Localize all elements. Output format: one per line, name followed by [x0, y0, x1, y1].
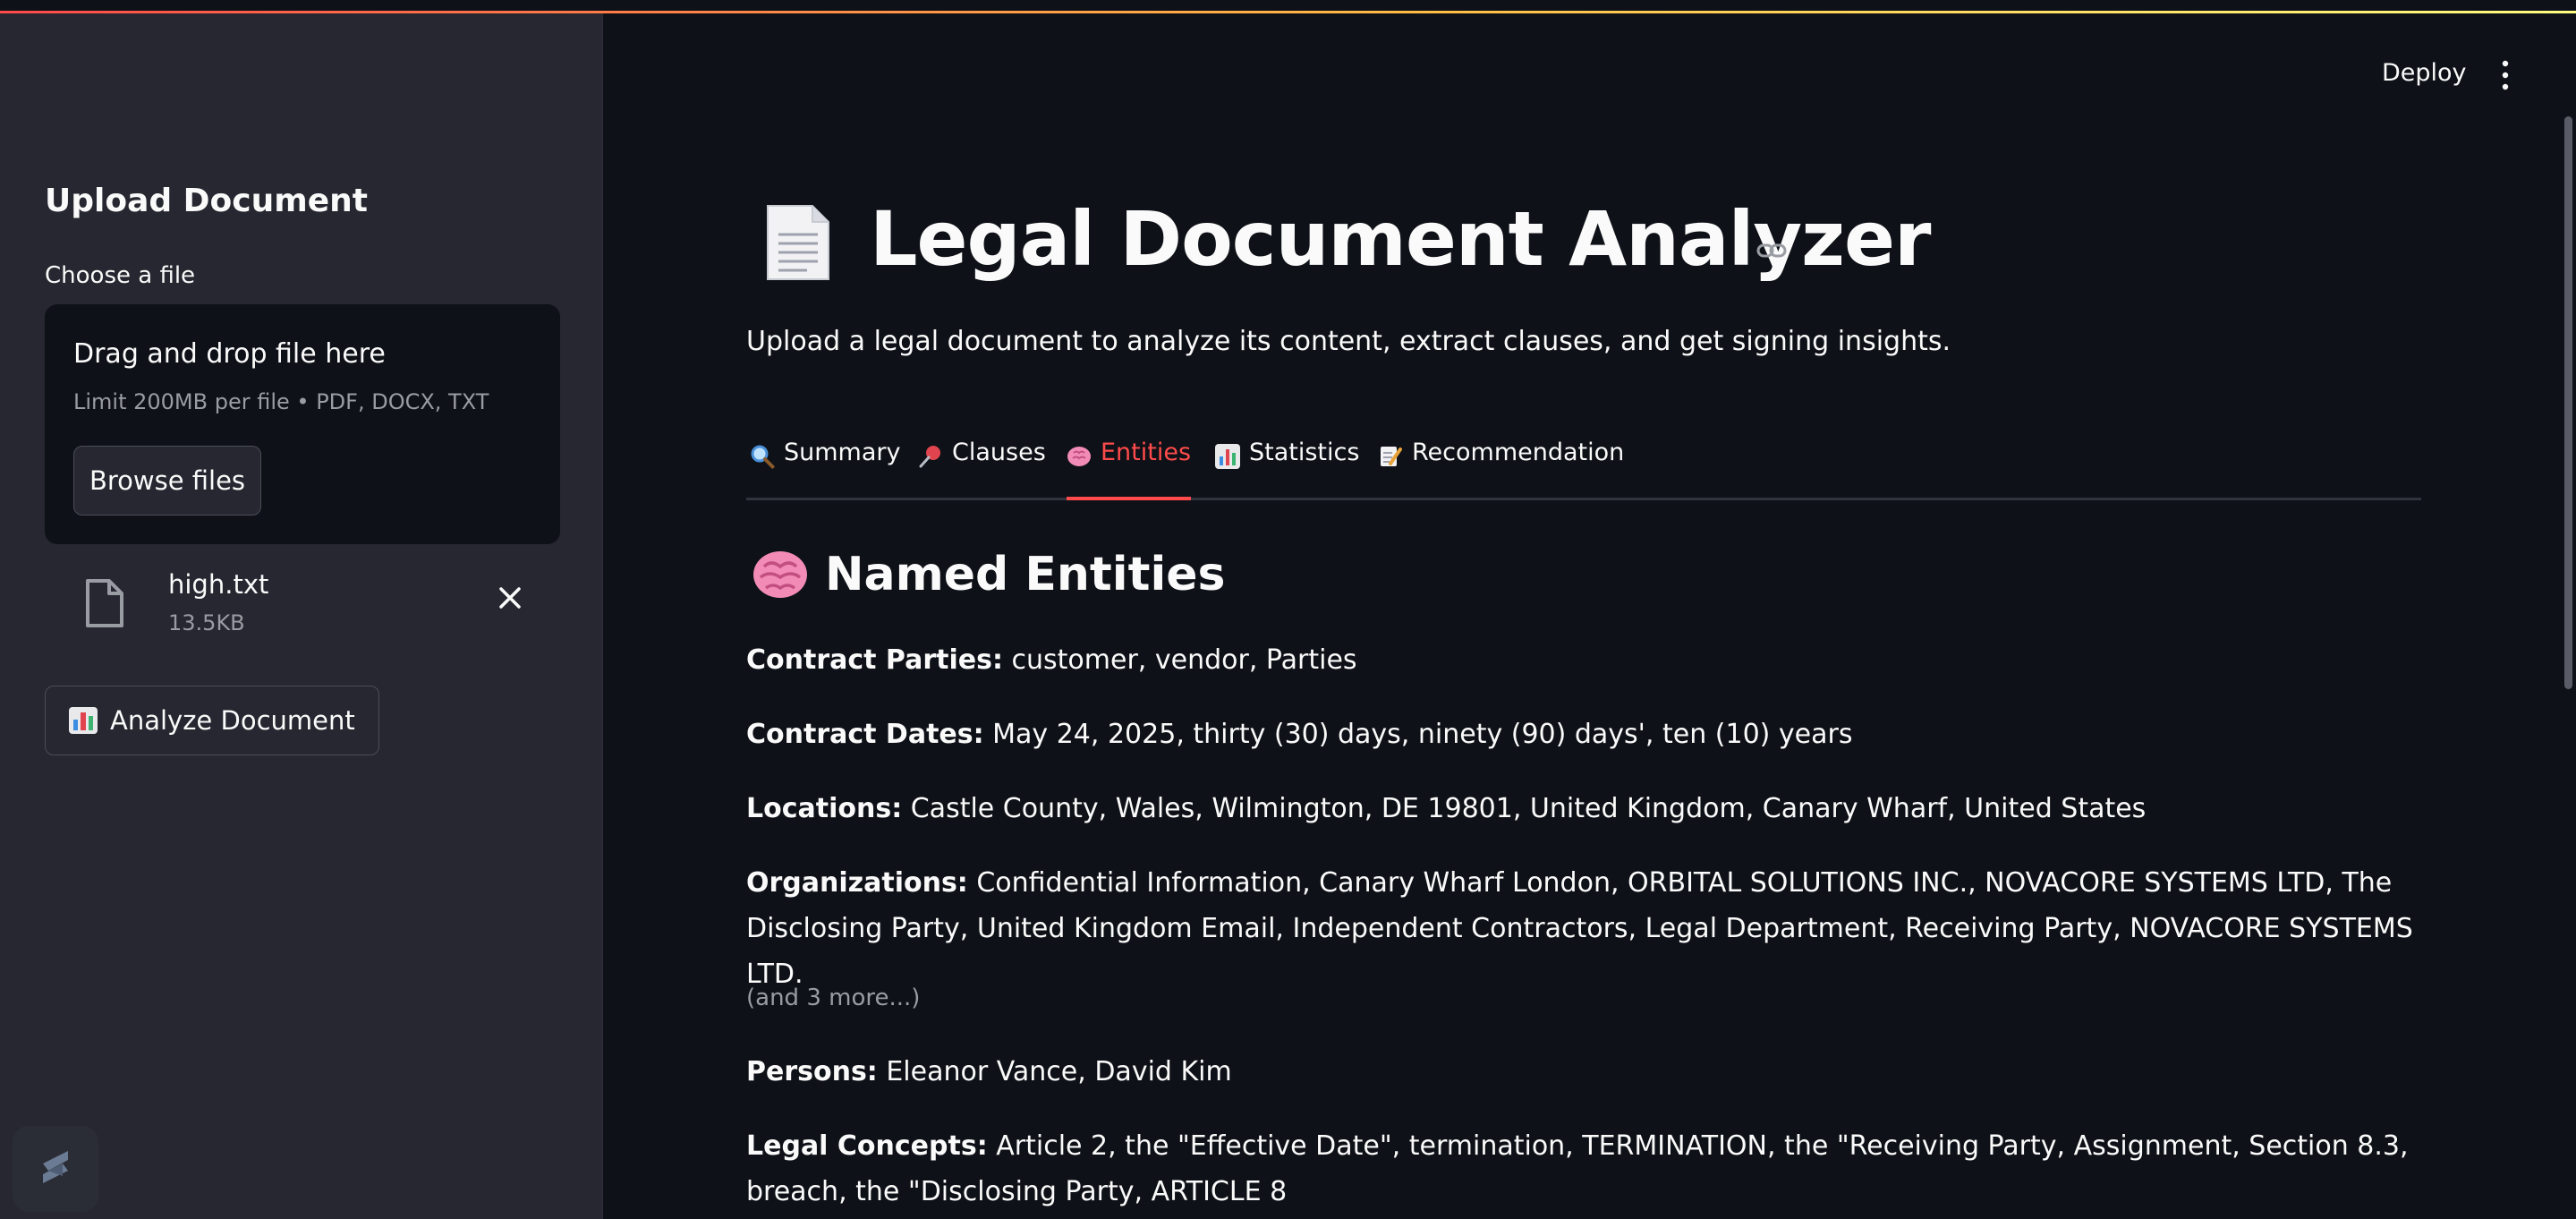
uploaded-file-name: high.txt — [168, 569, 269, 600]
brain-icon — [753, 551, 807, 598]
dropzone-title: Drag and drop file here — [73, 338, 386, 370]
tab-clauses[interactable]: Clauses — [918, 439, 1046, 498]
top-decoration — [0, 0, 2576, 13]
entity-value: Eleanor Vance, David Kim — [877, 1056, 1232, 1087]
entity-row-contract-dates: Contract Dates: May 24, 2025, thirty (30… — [746, 712, 2428, 757]
entity-row-persons: Persons: Eleanor Vance, David Kim — [746, 1049, 2428, 1095]
tab-clauses-label: Clauses — [952, 439, 1046, 466]
analyze-document-button[interactable]: Analyze Document — [45, 686, 379, 755]
sidebar: Upload Document Choose a file Drag and d… — [0, 0, 603, 1219]
document-icon — [767, 205, 829, 280]
file-dropzone[interactable]: Drag and drop file here Limit 200MB per … — [45, 304, 560, 544]
uploaded-file-size: 13.5KB — [168, 610, 245, 635]
entity-row-locations: Locations: Castle County, Wales, Wilming… — [746, 786, 2428, 831]
tab-entities-label: Entities — [1101, 439, 1192, 466]
entity-row-contract-parties: Contract Parties: customer, vendor, Part… — [746, 637, 2428, 683]
link-icon[interactable] — [1756, 238, 1788, 263]
more-entities-note: (and 3 more...) — [746, 985, 921, 1011]
entity-label: Contract Parties: — [746, 644, 1003, 676]
scrollbar[interactable] — [2564, 116, 2572, 689]
memo-icon — [1381, 447, 1402, 466]
tab-recommendation-label: Recommendation — [1412, 439, 1625, 466]
entity-value: Confidential Information, Canary Wharf L… — [746, 867, 2413, 990]
tab-statistics-label: Statistics — [1249, 439, 1360, 466]
brain-icon — [1067, 447, 1091, 466]
deploy-button[interactable]: Deploy — [2382, 59, 2467, 87]
entity-label: Contract Dates: — [746, 719, 984, 750]
entity-row-organizations: Organizations: Confidential Information,… — [746, 860, 2428, 997]
dropzone-limit-text: Limit 200MB per file • PDF, DOCX, TXT — [73, 389, 489, 414]
entity-value: May 24, 2025, thirty (30) days, ninety (… — [983, 719, 1853, 750]
uploaded-file-item: high.txt 13.5KB — [45, 564, 560, 644]
magnifier-icon — [751, 445, 775, 469]
sidebar-title: Upload Document — [45, 183, 369, 219]
entity-value: Castle County, Wales, Wilmington, DE 198… — [902, 793, 2147, 824]
entity-label: Organizations: — [746, 867, 968, 899]
streamlit-icon — [43, 1151, 68, 1183]
pushpin-icon — [919, 446, 940, 468]
main-menu-icon[interactable] — [2496, 59, 2514, 91]
page-subtitle: Upload a legal document to analyze its c… — [746, 326, 1951, 357]
close-icon[interactable] — [494, 582, 526, 614]
streamlit-logo[interactable] — [13, 1126, 98, 1212]
tab-recommendation[interactable]: Recommendation — [1378, 439, 1624, 498]
analyze-button-label: Analyze Document — [110, 705, 355, 736]
tab-statistics[interactable]: Statistics — [1215, 439, 1359, 498]
bar-chart-icon — [69, 707, 98, 734]
entity-label: Legal Concepts: — [746, 1130, 988, 1162]
section-heading: Named Entities — [752, 548, 1226, 601]
browse-files-button[interactable]: Browse files — [73, 446, 261, 516]
entity-label: Locations: — [746, 793, 903, 824]
tab-summary-label: Summary — [784, 439, 901, 466]
tab-bar: Summary Clauses Entities Statistics Reco… — [746, 439, 2421, 500]
entity-label: Persons: — [746, 1056, 878, 1087]
file-uploader-label: Choose a file — [45, 262, 196, 289]
entity-row-legal-concepts: Legal Concepts: Article 2, the "Effectiv… — [746, 1123, 2428, 1215]
entity-value: Article 2, the "Effective Date", termina… — [746, 1130, 2409, 1207]
bar-chart-icon — [1215, 444, 1240, 469]
tab-entities[interactable]: Entities — [1067, 439, 1192, 500]
section-title: Named Entities — [825, 548, 1226, 601]
tab-summary[interactable]: Summary — [750, 439, 900, 498]
file-icon — [86, 579, 123, 627]
entity-value: customer, vendor, Parties — [1002, 644, 1357, 676]
